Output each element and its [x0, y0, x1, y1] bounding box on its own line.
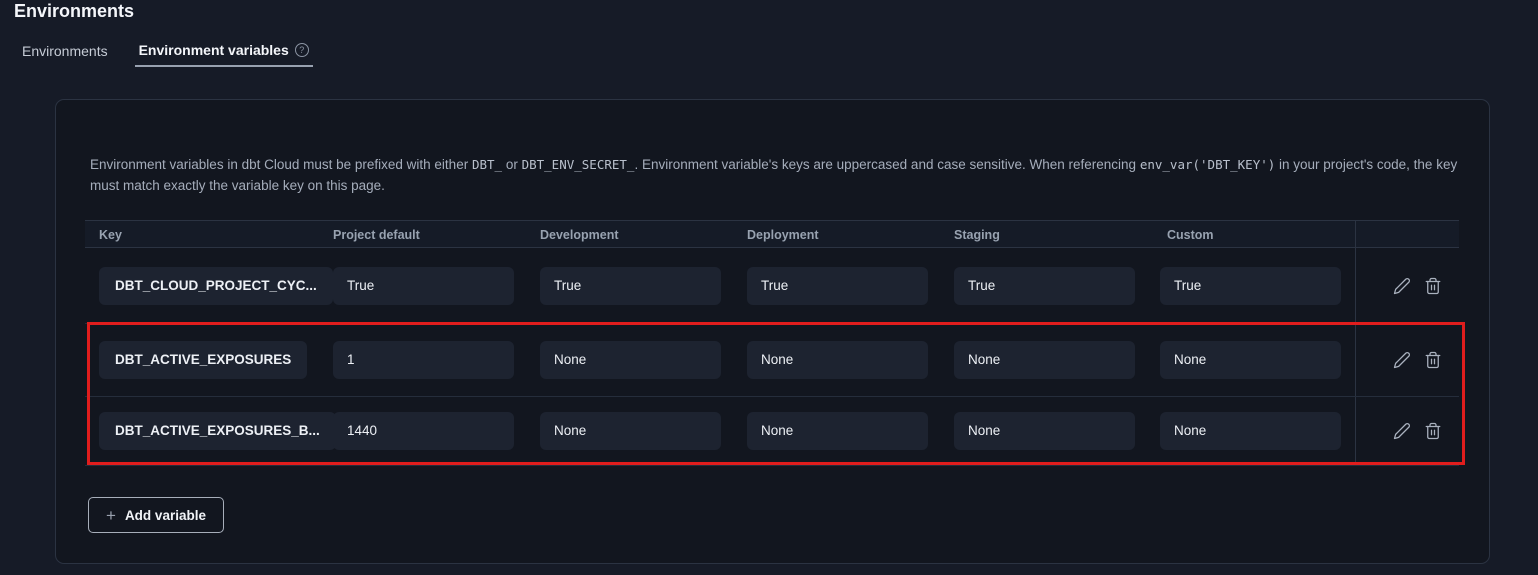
tab-environments[interactable]: Environments: [22, 40, 108, 67]
page-title: Environments: [14, 1, 134, 22]
code-dbt-env-secret-prefix: DBT_ENV_SECRET_: [522, 157, 635, 172]
custom-cell[interactable]: None: [1160, 412, 1341, 450]
development-cell[interactable]: True: [540, 267, 721, 305]
column-header-deployment: Deployment: [747, 221, 819, 249]
add-variable-button[interactable]: + Add variable: [88, 497, 224, 533]
add-variable-label: Add variable: [125, 508, 206, 523]
edit-pencil-icon[interactable]: [1393, 351, 1411, 369]
custom-cell[interactable]: None: [1160, 341, 1341, 379]
deployment-cell[interactable]: None: [747, 341, 928, 379]
delete-trash-icon[interactable]: [1424, 422, 1442, 440]
description-text: . Environment variable's keys are upperc…: [634, 157, 1139, 172]
development-cell[interactable]: None: [540, 341, 721, 379]
table-header-row: Key Project default Development Deployme…: [85, 220, 1459, 248]
delete-trash-icon[interactable]: [1424, 277, 1442, 295]
environment-variables-table: Key Project default Development Deployme…: [85, 220, 1459, 466]
column-header-development: Development: [540, 221, 619, 249]
table-row: DBT_ACTIVE_EXPOSURES 1 None None None No…: [85, 324, 1459, 397]
custom-cell[interactable]: True: [1160, 267, 1341, 305]
project-default-cell[interactable]: True: [333, 267, 514, 305]
plus-icon: +: [106, 507, 116, 524]
row-actions: [1393, 277, 1442, 295]
column-header-key: Key: [99, 221, 122, 249]
table-row: DBT_CLOUD_PROJECT_CYC... True True True …: [85, 248, 1459, 324]
deployment-cell[interactable]: True: [747, 267, 928, 305]
tab-bar: Environments Environment variables?: [22, 40, 309, 67]
variable-key-cell[interactable]: DBT_CLOUD_PROJECT_CYC...: [99, 267, 333, 305]
code-env-var-call: env_var('DBT_KEY'): [1140, 157, 1275, 172]
tab-environment-variables-label: Environment variables: [139, 42, 289, 58]
staging-cell[interactable]: None: [954, 341, 1135, 379]
help-icon[interactable]: ?: [295, 43, 309, 57]
prefix-description: Environment variables in dbt Cloud must …: [90, 155, 1458, 196]
column-header-custom: Custom: [1167, 221, 1214, 249]
edit-pencil-icon[interactable]: [1393, 422, 1411, 440]
staging-cell[interactable]: None: [954, 412, 1135, 450]
edit-pencil-icon[interactable]: [1393, 277, 1411, 295]
project-default-cell[interactable]: 1: [333, 341, 514, 379]
column-header-project-default: Project default: [333, 221, 420, 249]
code-dbt-prefix: DBT_: [472, 157, 502, 172]
tab-environment-variables[interactable]: Environment variables?: [135, 40, 313, 67]
variable-key-cell[interactable]: DBT_ACTIVE_EXPOSURES_B...: [99, 412, 336, 450]
delete-trash-icon[interactable]: [1424, 351, 1442, 369]
development-cell[interactable]: None: [540, 412, 721, 450]
deployment-cell[interactable]: None: [747, 412, 928, 450]
column-header-staging: Staging: [954, 221, 1000, 249]
row-actions: [1393, 422, 1442, 440]
table-row: DBT_ACTIVE_EXPOSURES_B... 1440 None None…: [85, 397, 1459, 466]
description-text: Environment variables in dbt Cloud must …: [90, 157, 472, 172]
variable-key-cell[interactable]: DBT_ACTIVE_EXPOSURES: [99, 341, 307, 379]
project-default-cell[interactable]: 1440: [333, 412, 514, 450]
row-actions: [1393, 351, 1442, 369]
staging-cell[interactable]: True: [954, 267, 1135, 305]
description-text: or: [502, 157, 522, 172]
